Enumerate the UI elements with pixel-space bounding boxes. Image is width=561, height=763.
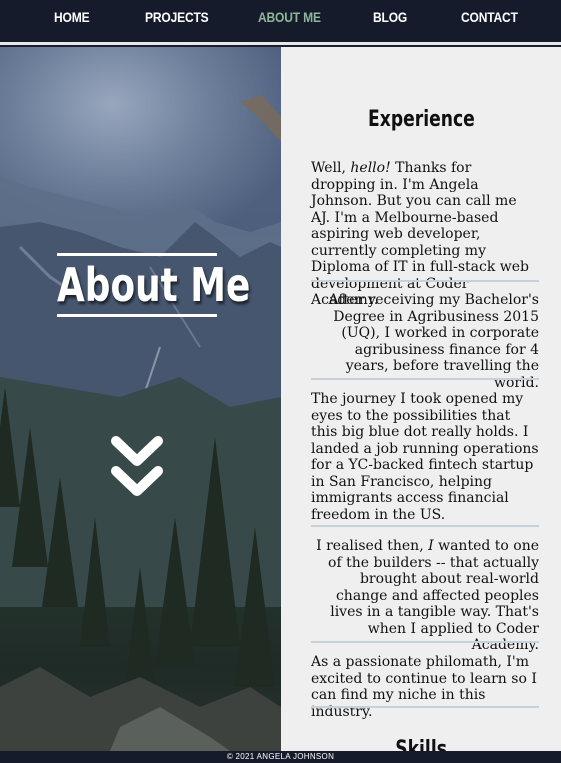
hero-title-rule-bottom (57, 314, 217, 317)
nav-about-me[interactable]: ABOUT ME (258, 9, 321, 25)
experience-heading: Experience (367, 107, 475, 132)
hero-title-block: About Me (57, 253, 251, 317)
top-nav: HOME PROJECTS ABOUT ME BLOG CONTACT (0, 0, 561, 45)
nav-projects[interactable]: PROJECTS (145, 9, 209, 25)
experience-panel: Experience Well, hello! Thanks for dropp… (281, 47, 561, 751)
hero-image: About Me (0, 47, 281, 751)
experience-paragraph-3: The journey I took opened my eyes to the… (311, 391, 539, 523)
mountain-landscape (0, 95, 281, 751)
experience-paragraph-5: As a passionate philomath, I'm excited t… (311, 654, 537, 720)
experience-paragraph-4: I realised then, I wanted to one of the … (316, 538, 539, 653)
hero-title-rule-top (57, 253, 217, 256)
nav-home[interactable]: HOME (54, 9, 90, 25)
divider (311, 706, 539, 708)
experience-paragraph-2: After receiving my Bachelor's Degree in … (328, 292, 539, 391)
nav-blog[interactable]: BLOG (373, 9, 407, 25)
skills-heading: Skills (395, 737, 447, 751)
footer: © 2021 ANGELA JOHNSON (0, 751, 561, 763)
experience-paragraph-1: Well, hello! Thanks for dropping in. I'm… (311, 160, 530, 308)
divider (311, 641, 539, 643)
divider (311, 280, 539, 282)
divider (311, 378, 539, 380)
divider (311, 525, 539, 527)
footer-copyright: © 2021 ANGELA JOHNSON (226, 752, 335, 761)
double-chevron-down-icon[interactable] (110, 435, 164, 501)
nav-contact[interactable]: CONTACT (461, 9, 518, 25)
hero-title: About Me (57, 258, 251, 312)
